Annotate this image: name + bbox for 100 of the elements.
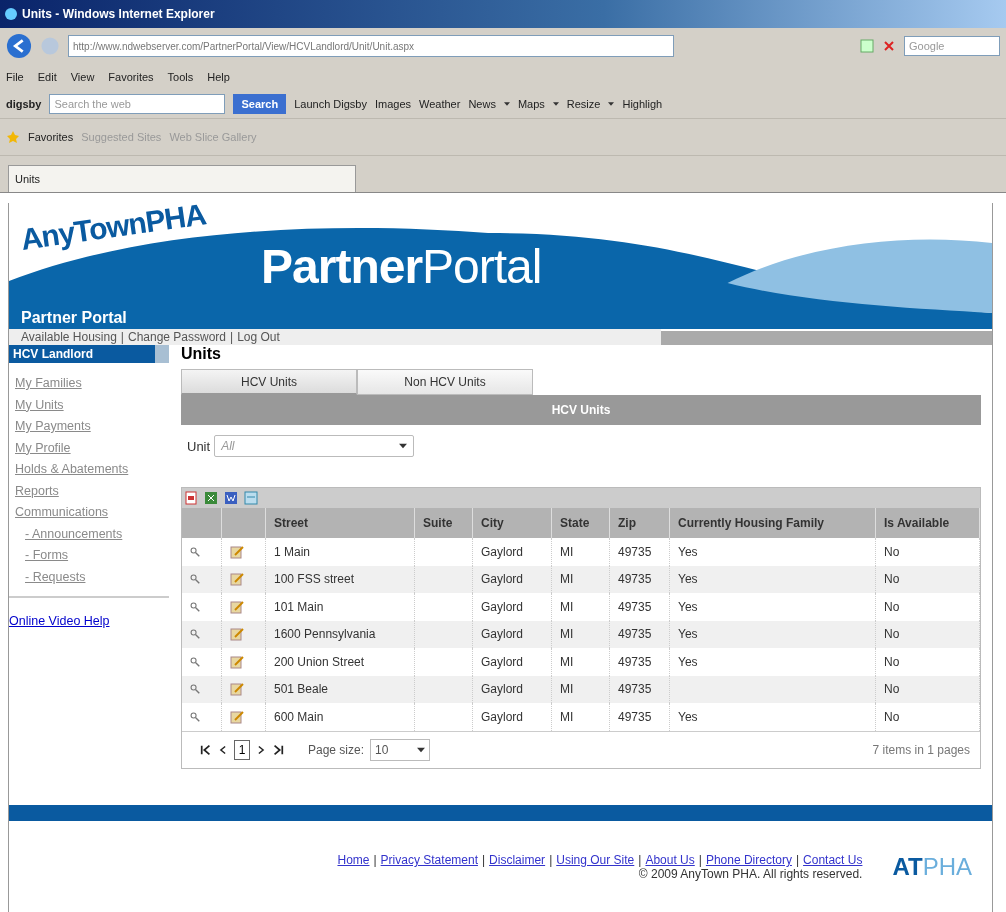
table-cell: 100 FSS street [266, 565, 415, 593]
table-cell: No [876, 620, 980, 648]
sidebar-link[interactable]: - Requests [15, 566, 165, 588]
separator: | [698, 853, 702, 867]
menu-item[interactable]: Help [207, 71, 230, 83]
word-icon [224, 491, 238, 505]
edit-icon [230, 682, 244, 697]
pdf-icon [184, 491, 198, 505]
caret-icon [417, 745, 426, 754]
tab[interactable]: Non HCV Units [357, 369, 533, 395]
toolbar-item[interactable]: Resize [566, 98, 601, 110]
footer-link[interactable]: Using Our Site [556, 853, 635, 867]
toolbar-item[interactable]: Highligh [622, 98, 663, 110]
table-cell: MI [552, 565, 610, 593]
column-header [222, 508, 266, 538]
footer-link[interactable]: About Us [645, 853, 695, 867]
sidebar-link[interactable]: Holds & Abatements [15, 459, 165, 481]
banner-title: PartnerPortal [261, 239, 542, 295]
column-header: Zip [610, 508, 670, 538]
page-size-select[interactable]: 10 [370, 738, 431, 761]
footer-link[interactable]: Privacy Statement [380, 853, 478, 867]
table-cell [415, 675, 473, 703]
favorites-button[interactable]: Favorites [28, 131, 74, 143]
edit-icon [230, 599, 244, 614]
table-cell: 49735 [610, 620, 670, 648]
back-icon [6, 33, 32, 59]
stop-icon [882, 39, 896, 53]
sidebar-heading: HCV Landlord [9, 345, 155, 363]
table-cell: Yes [670, 620, 876, 648]
prev-page-icon [218, 743, 228, 756]
toolbar-item[interactable]: News [468, 98, 496, 110]
separator: | [373, 853, 377, 867]
refresh-icon [860, 39, 874, 53]
table-cell: 49735 [610, 565, 670, 593]
edit-icon [230, 627, 244, 642]
menu-item[interactable]: Tools [167, 71, 194, 83]
footer-link[interactable]: Phone Directory [705, 853, 792, 867]
table-cell: Yes [670, 565, 876, 593]
footer-link[interactable]: Disclaimer [489, 853, 546, 867]
search-icon [190, 629, 200, 640]
nav-link[interactable]: Available Housing [21, 330, 117, 344]
edit-icon [230, 572, 244, 587]
table-cell: MI [552, 620, 610, 648]
nav-link[interactable]: Log Out [237, 330, 280, 344]
separator: | [638, 853, 642, 867]
csv-icon [244, 491, 258, 505]
column-header: City [473, 508, 552, 538]
toolbar-item[interactable]: Weather [419, 98, 461, 110]
footer-link[interactable]: Home [337, 853, 370, 867]
copyright: © 2009 AnyTown PHA. All rights reserved. [638, 867, 863, 881]
sidebar-link[interactable]: - Announcements [15, 523, 165, 545]
table-cell: No [876, 675, 980, 703]
sidebar-heading-accent [155, 345, 169, 363]
browser-tab[interactable]: Units [8, 165, 356, 192]
tab[interactable]: HCV Units [181, 369, 357, 395]
table-cell: Gaylord [473, 620, 552, 648]
table-cell: 49735 [610, 675, 670, 703]
forward-icon [40, 36, 60, 56]
toolbar-item[interactable]: Images [374, 98, 411, 110]
toolbar-item[interactable]: Launch Digsby [294, 98, 367, 110]
page-title: Units [181, 345, 222, 364]
last-page-icon [272, 743, 284, 756]
sidebar-link[interactable]: Communications [15, 502, 165, 524]
table-cell: MI [552, 675, 610, 703]
site-name: Partner Portal [21, 309, 128, 327]
nav-link[interactable]: Change Password [127, 330, 227, 344]
separator: | [482, 853, 486, 867]
table-cell: Gaylord [473, 675, 552, 703]
digsby-logo[interactable]: digsby [6, 98, 42, 110]
address-field[interactable]: http://www.ndwebserver.com/PartnerPortal/View/HCVLandlord/Unit/Unit.aspx [68, 35, 674, 57]
next-page-icon [256, 743, 266, 756]
sidebar-link[interactable]: My Payments [15, 416, 165, 438]
sidebar-link[interactable]: My Profile [15, 437, 165, 459]
page-number[interactable]: 1 [234, 739, 250, 760]
toolbar-item[interactable]: Maps [517, 98, 545, 110]
menu-item[interactable]: Favorites [108, 71, 154, 83]
separator: | [230, 330, 234, 344]
column-header: Currently Housing Family [670, 508, 876, 538]
menu-item[interactable]: File [6, 71, 24, 83]
table-cell: No [876, 565, 980, 593]
help-link[interactable]: Online Video Help [9, 614, 110, 628]
star-icon [6, 130, 20, 144]
caret-icon [399, 442, 408, 450]
excel-icon [204, 491, 218, 505]
column-header: State [552, 508, 610, 538]
first-page-icon [200, 743, 212, 756]
search-icon [190, 574, 200, 585]
panel-title: HCV Units [181, 395, 981, 425]
menu-item[interactable]: View [70, 71, 95, 83]
column-header: Street [266, 508, 415, 538]
footer-logo: ATPHA [892, 853, 972, 881]
sidebar-link[interactable]: My Units [15, 394, 165, 416]
sidebar-link[interactable]: Reports [15, 480, 165, 502]
page-size-label: Page size: [308, 742, 365, 757]
search-button[interactable]: Search [233, 94, 287, 114]
sidebar-link[interactable]: My Families [15, 373, 165, 395]
edit-icon [230, 544, 244, 559]
footer-link[interactable]: Contact Us [803, 853, 863, 867]
menu-item[interactable]: Edit [37, 71, 57, 83]
sidebar-link[interactable]: - Forms [15, 545, 165, 567]
